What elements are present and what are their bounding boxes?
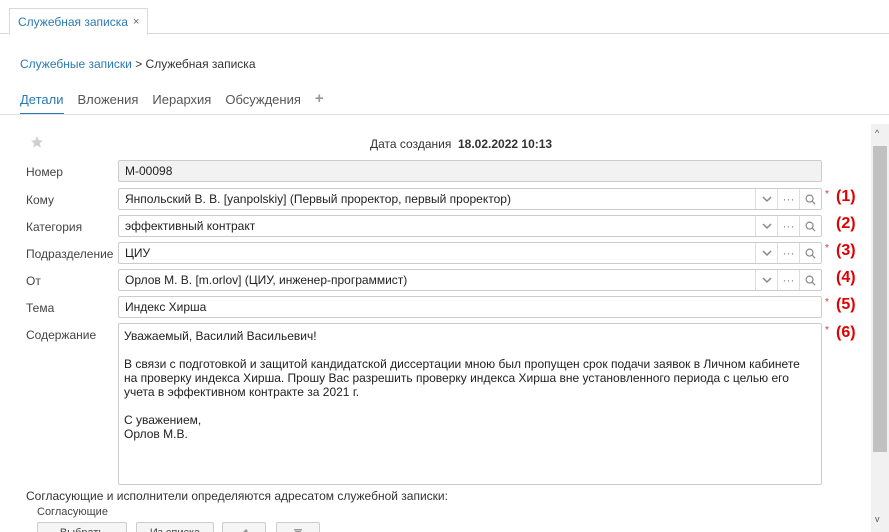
department-label: Подразделение	[26, 247, 114, 261]
search-icon[interactable]	[799, 270, 821, 290]
scrollbar-thumb[interactable]	[873, 146, 887, 452]
category-value: эффективный контракт	[125, 219, 256, 233]
edit-button[interactable]	[222, 522, 266, 532]
tab-discussions[interactable]: Обсуждения	[225, 92, 301, 115]
pencil-icon	[243, 529, 248, 532]
category-label: Категория	[26, 220, 83, 234]
marker-2: (2)	[836, 215, 856, 232]
tab-attachments[interactable]: Вложения	[78, 92, 139, 115]
scrollbar[interactable]: ^ v	[871, 124, 889, 532]
tab-memo-label: Служебная записка	[18, 14, 128, 29]
subject-label: Тема	[26, 301, 55, 315]
content-label: Содержание	[26, 328, 97, 342]
chevron-down-icon[interactable]	[755, 270, 777, 290]
marker-4: (4)	[836, 269, 856, 286]
marker-1: (1)	[836, 188, 856, 205]
department-value: ЦИУ	[125, 246, 151, 260]
favorite-star-icon[interactable]	[30, 135, 44, 149]
tab-memo[interactable]: Служебная записка ×	[9, 8, 149, 35]
breadcrumb-current: Служебная записка	[145, 57, 256, 71]
required-mark: *	[825, 325, 829, 336]
creation-date-label: Дата создания	[370, 137, 452, 151]
content-body: В связи с подготовкой и защитой кандидат…	[124, 357, 800, 399]
more-icon[interactable]: ···	[777, 270, 799, 290]
number-value: M-00098	[125, 164, 173, 178]
more-icon[interactable]: ···	[777, 216, 799, 236]
number-field: M-00098	[118, 160, 822, 182]
department-field[interactable]: ЦИУ ···	[118, 242, 822, 264]
select-button[interactable]: Выбрать	[37, 522, 127, 532]
content-greeting: Уважаемый, Василий Васильевич!	[124, 329, 317, 343]
close-icon[interactable]: ×	[133, 16, 139, 28]
marker-5: (5)	[836, 296, 856, 313]
sender-field[interactable]: Орлов М. В. [m.orlov] (ЦИУ, инженер-прог…	[118, 269, 822, 291]
subject-input[interactable]: Индекс Хирша	[118, 296, 822, 318]
more-icon[interactable]: ···	[777, 243, 799, 263]
approval-note: Согласующие и исполнители определяются а…	[26, 489, 448, 503]
sender-label: От	[26, 274, 41, 288]
tabs-divider	[0, 114, 889, 115]
add-tab-plus-icon[interactable]: +	[315, 91, 324, 115]
breadcrumb: Служебные записки > Служебная записка	[20, 57, 256, 71]
breadcrumb-parent-link[interactable]: Служебные записки	[20, 57, 132, 71]
recipient-field[interactable]: Янпольский В. В. [yanpolskiy] (Первый пр…	[118, 188, 822, 210]
scroll-up-icon[interactable]: ^	[875, 128, 879, 138]
content-closing: С уважением,	[124, 413, 202, 427]
trash-icon	[294, 529, 302, 532]
required-mark: *	[825, 297, 829, 308]
detail-tabs: Детали Вложения Иерархия Обсуждения +	[20, 91, 324, 115]
tab-hierarchy[interactable]: Иерархия	[152, 92, 211, 115]
scroll-down-icon[interactable]: v	[875, 514, 880, 524]
recipient-value: Янпольский В. В. [yanpolskiy] (Первый пр…	[125, 192, 511, 206]
marker-3: (3)	[836, 242, 856, 259]
delete-button[interactable]	[276, 522, 320, 532]
required-mark: *	[825, 243, 829, 254]
document-tabstrip: Служебная записка ×	[0, 0, 889, 35]
chevron-down-icon[interactable]	[755, 189, 777, 209]
search-icon[interactable]	[799, 216, 821, 236]
subject-value: Индекс Хирша	[125, 300, 207, 314]
approvers-label: Согласующие	[37, 506, 108, 518]
recipient-label: Кому	[26, 193, 55, 207]
category-field[interactable]: эффективный контракт ···	[118, 215, 822, 237]
sender-value: Орлов М. В. [m.orlov] (ЦИУ, инженер-прог…	[125, 273, 408, 287]
breadcrumb-separator: >	[135, 57, 143, 71]
tab-details[interactable]: Детали	[20, 92, 64, 115]
search-icon[interactable]	[799, 243, 821, 263]
content-signature: Орлов М.В.	[124, 427, 188, 441]
search-icon[interactable]	[799, 189, 821, 209]
creation-date: Дата создания 18.02.2022 10:13	[370, 137, 552, 151]
number-label: Номер	[26, 165, 63, 179]
chevron-down-icon[interactable]	[755, 243, 777, 263]
creation-date-value: 18.02.2022 10:13	[458, 137, 553, 151]
more-icon[interactable]: ···	[777, 189, 799, 209]
marker-6: (6)	[836, 324, 856, 341]
required-mark: *	[825, 189, 829, 200]
from-list-button[interactable]: Из списка	[136, 522, 214, 532]
chevron-down-icon[interactable]	[755, 216, 777, 236]
content-textarea[interactable]: Уважаемый, Василий Васильевич! В связи с…	[118, 323, 822, 485]
